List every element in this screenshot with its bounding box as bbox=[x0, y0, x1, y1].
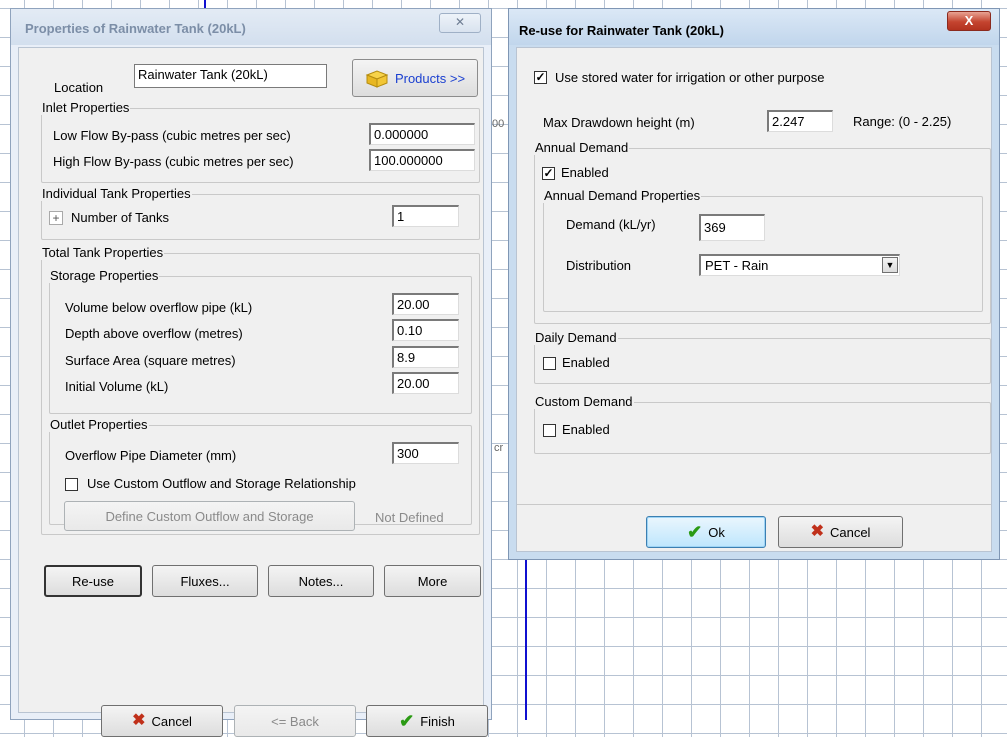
initial-input[interactable]: 20.00 bbox=[392, 372, 459, 394]
inlet-title: Inlet Properties bbox=[41, 100, 131, 115]
chevron-down-icon[interactable]: ▼ bbox=[882, 257, 898, 273]
properties-titlebar: Properties of Rainwater Tank (20kL) ✕ bbox=[11, 9, 491, 45]
reuse-title: Re-use for Rainwater Tank (20kL) bbox=[519, 23, 724, 38]
canvas-text-fragment: cr bbox=[494, 442, 504, 454]
max-drawdown-label: Max Drawdown height (m) bbox=[543, 115, 695, 130]
volume-input[interactable]: 20.00 bbox=[392, 293, 459, 315]
define-custom-button[interactable]: Define Custom Outflow and Storage bbox=[64, 501, 355, 531]
depth-input[interactable]: 0.10 bbox=[392, 319, 459, 341]
products-label: Products >> bbox=[394, 70, 466, 86]
cancel-label: Cancel bbox=[829, 524, 871, 540]
back-button[interactable]: <= Back bbox=[234, 705, 356, 737]
canvas-text-fragment: 00 bbox=[492, 118, 505, 130]
custom-outflow-label: Use Custom Outflow and Storage Relations… bbox=[87, 476, 356, 491]
location-input[interactable]: Rainwater Tank (20kL) bbox=[134, 64, 327, 88]
demand-label: Demand (kL/yr) bbox=[566, 217, 656, 232]
daily-demand-title: Daily Demand bbox=[534, 330, 618, 345]
range-label: Range: (0 - 2.25) bbox=[853, 114, 952, 129]
storage-title: Storage Properties bbox=[49, 268, 160, 283]
ok-label: Ok bbox=[708, 524, 725, 540]
ok-button[interactable]: ✔ Ok bbox=[646, 516, 766, 548]
max-drawdown-input[interactable]: 2.247 bbox=[767, 110, 833, 132]
cancel-button[interactable]: ✖ Cancel bbox=[101, 705, 223, 737]
reuse-dialog: Re-use for Rainwater Tank (20kL) X ✓ Use… bbox=[508, 8, 1000, 560]
pipe-label: Overflow Pipe Diameter (mm) bbox=[65, 448, 237, 463]
initial-label: Initial Volume (kL) bbox=[65, 379, 169, 394]
annual-demand-title: Annual Demand bbox=[534, 140, 630, 155]
more-button[interactable]: More bbox=[384, 565, 481, 597]
cancel-label: Cancel bbox=[151, 713, 192, 729]
distribution-label: Distribution bbox=[566, 258, 632, 273]
close-icon[interactable]: X bbox=[947, 11, 991, 31]
custom-outflow-checkbox[interactable] bbox=[65, 478, 78, 491]
custom-enabled-label: Enabled bbox=[562, 422, 610, 437]
area-input[interactable]: 8.9 bbox=[392, 346, 459, 368]
fluxes-button[interactable]: Fluxes... bbox=[152, 565, 258, 597]
use-stored-checkbox[interactable]: ✓ bbox=[534, 71, 547, 84]
total-tank-title: Total Tank Properties bbox=[41, 245, 165, 260]
custom-enabled-checkbox[interactable] bbox=[543, 424, 556, 437]
tanks-label: Number of Tanks bbox=[71, 210, 170, 225]
notes-button[interactable]: Notes... bbox=[268, 565, 374, 597]
close-icon[interactable]: ✕ bbox=[439, 13, 481, 33]
reuse-client: ✓ Use stored water for irrigation or oth… bbox=[516, 47, 992, 552]
finish-label: Finish bbox=[420, 713, 455, 729]
distribution-value: PET - Rain bbox=[705, 258, 769, 273]
annual-props-title: Annual Demand Properties bbox=[543, 188, 702, 203]
properties-dialog: Properties of Rainwater Tank (20kL) ✕ Lo… bbox=[10, 8, 492, 737]
finish-button[interactable]: ✔ Finish bbox=[366, 705, 488, 737]
canvas-blue-line bbox=[525, 560, 527, 720]
annual-enabled-label: Enabled bbox=[561, 165, 609, 180]
inlet-group: Inlet Properties bbox=[41, 100, 480, 183]
low-flow-input[interactable]: 0.000000 bbox=[369, 123, 475, 145]
area-label: Surface Area (square metres) bbox=[65, 353, 236, 368]
canvas-blue-line-top bbox=[204, 0, 206, 8]
close-x-icon: ✖ bbox=[810, 523, 824, 540]
check-icon: ✔ bbox=[687, 522, 703, 542]
tanks-input[interactable]: 1 bbox=[392, 205, 459, 227]
distribution-select[interactable]: PET - Rain ▼ bbox=[699, 254, 900, 276]
properties-title: Properties of Rainwater Tank (20kL) bbox=[25, 21, 246, 36]
use-stored-label: Use stored water for irrigation or other… bbox=[555, 70, 825, 85]
location-label: Location bbox=[54, 80, 104, 95]
close-x-icon: ✖ bbox=[132, 712, 146, 729]
high-flow-label: High Flow By-pass (cubic metres per sec) bbox=[53, 154, 294, 169]
properties-client: Location Rainwater Tank (20kL) Products … bbox=[18, 47, 488, 737]
reuse-button[interactable]: Re-use bbox=[44, 565, 142, 597]
check-icon: ✔ bbox=[399, 711, 415, 731]
expand-icon[interactable]: + bbox=[49, 211, 63, 225]
individual-tank-title: Individual Tank Properties bbox=[41, 186, 192, 201]
daily-enabled-checkbox[interactable] bbox=[543, 357, 556, 370]
annual-enabled-checkbox[interactable]: ✓ bbox=[542, 167, 555, 180]
button-separator bbox=[517, 504, 991, 505]
not-defined-label: Not Defined bbox=[375, 510, 444, 525]
custom-demand-title: Custom Demand bbox=[534, 394, 634, 409]
volume-label: Volume below overflow pipe (kL) bbox=[65, 300, 253, 315]
daily-enabled-label: Enabled bbox=[562, 355, 610, 370]
depth-label: Depth above overflow (metres) bbox=[65, 326, 243, 341]
cancel-button[interactable]: ✖ Cancel bbox=[778, 516, 903, 548]
pipe-input[interactable]: 300 bbox=[392, 442, 459, 464]
low-flow-label: Low Flow By-pass (cubic metres per sec) bbox=[53, 128, 291, 143]
box-icon bbox=[365, 70, 389, 88]
demand-input[interactable]: 369 bbox=[699, 214, 765, 241]
reuse-titlebar: Re-use for Rainwater Tank (20kL) X bbox=[509, 9, 999, 45]
outlet-title: Outlet Properties bbox=[49, 417, 149, 432]
high-flow-input[interactable]: 100.000000 bbox=[369, 149, 475, 171]
products-button[interactable]: Products >> bbox=[352, 59, 478, 97]
